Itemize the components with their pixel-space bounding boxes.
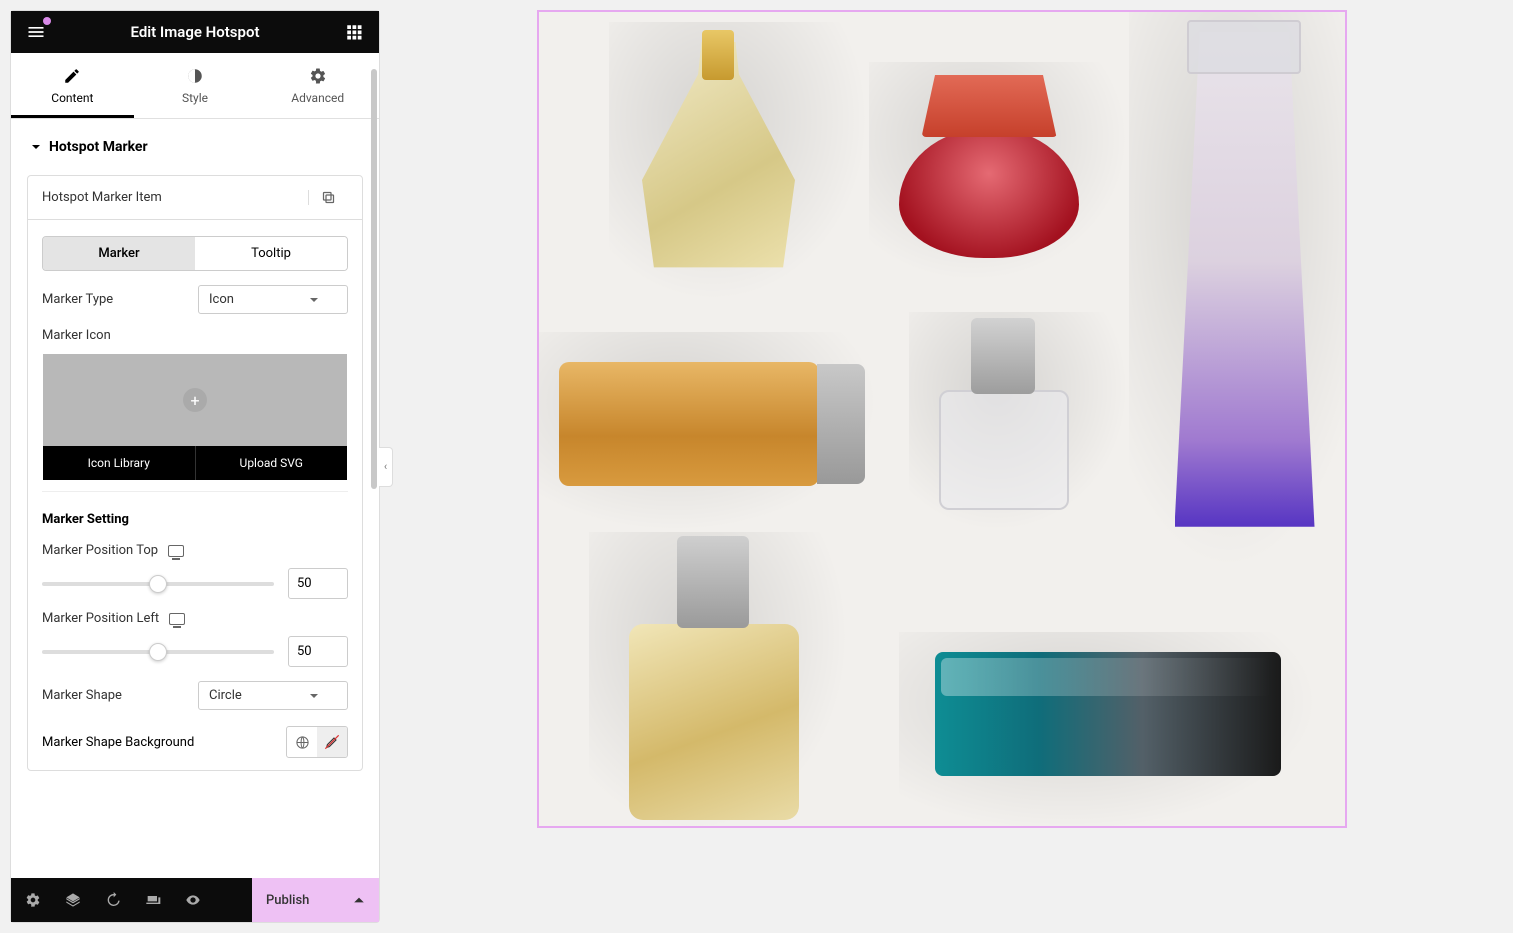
history-icon[interactable] [105, 892, 121, 908]
panel-footer: Publish [11, 878, 379, 922]
marker-bg-row: Marker Shape Background [28, 710, 362, 770]
marker-icon-label: Marker Icon [28, 314, 362, 343]
panel-header: Edit Image Hotspot [11, 11, 379, 53]
pos-left-input[interactable] [288, 636, 348, 667]
item-title: Hotspot Marker Item [42, 190, 162, 205]
settings-icon[interactable] [25, 892, 41, 908]
global-color-icon[interactable] [287, 727, 317, 757]
pos-top-slider[interactable] [42, 582, 274, 586]
marker-shape-select[interactable]: Circle [198, 681, 348, 710]
layers-icon[interactable] [65, 892, 81, 908]
tab-style[interactable]: Style [134, 53, 257, 118]
responsive-icon[interactable] [169, 613, 185, 625]
marker-setting-heading: Marker Setting [28, 492, 362, 531]
bottle-5-cap [971, 318, 1035, 394]
preview-icon[interactable] [185, 892, 201, 908]
bottle-3 [1175, 32, 1315, 542]
bottle-6 [629, 624, 799, 820]
bottle-2-cap [922, 75, 1057, 137]
subtabs: Marker Tooltip [42, 236, 348, 271]
publish-label: Publish [266, 893, 309, 908]
tab-advanced-label: Advanced [291, 91, 344, 105]
marker-type-select[interactable]: Icon [198, 285, 348, 314]
bottle-4-cap [817, 364, 865, 484]
pos-left-slider[interactable] [42, 650, 274, 654]
section-title: Hotspot Marker [49, 139, 148, 155]
notification-dot [43, 17, 51, 25]
marker-shape-value: Circle [209, 688, 242, 703]
publish-button[interactable]: Publish [252, 878, 379, 922]
collapse-panel-icon[interactable]: ‹ [379, 447, 393, 487]
bottle-1-cap [702, 30, 734, 80]
bottle-6-cap [677, 536, 749, 628]
item-header[interactable]: Hotspot Marker Item [28, 176, 362, 220]
main-tabs: Content Style Advanced [11, 53, 379, 119]
marker-bg-label: Marker Shape Background [42, 735, 194, 750]
subtab-tooltip[interactable]: Tooltip [195, 237, 347, 270]
panel-body: Hotspot Marker Hotspot Marker Item Marke… [11, 119, 379, 878]
pos-top-input[interactable] [288, 568, 348, 599]
marker-type-row: Marker Type Icon [28, 271, 362, 314]
add-icon: + [183, 388, 207, 412]
tab-content[interactable]: Content [11, 53, 134, 118]
editor-panel: Edit Image Hotspot Content Style Advance… [10, 10, 380, 923]
bottle-2 [899, 128, 1079, 258]
copy-icon[interactable] [308, 190, 348, 205]
upload-svg-button[interactable]: Upload SVG [196, 446, 348, 480]
marker-shape-label: Marker Shape [42, 688, 122, 703]
bottle-4 [559, 362, 819, 486]
hotspot-item: Hotspot Marker Item Marker Tooltip Marke… [27, 175, 363, 771]
scrollbar[interactable] [371, 69, 377, 489]
pos-left-label: Marker Position Left [42, 611, 159, 626]
pos-top-row: Marker Position Top [28, 531, 362, 599]
marker-type-label: Marker Type [42, 292, 113, 307]
responsive-icon[interactable] [168, 545, 184, 557]
apps-icon[interactable] [343, 21, 365, 43]
marker-icon-area: + Icon Library Upload SVG [42, 353, 348, 481]
canvas [380, 10, 1503, 923]
tab-advanced[interactable]: Advanced [256, 53, 379, 118]
devices-icon[interactable] [145, 892, 161, 908]
subtab-marker[interactable]: Marker [43, 237, 195, 270]
tab-content-label: Content [51, 91, 93, 105]
icon-library-button[interactable]: Icon Library [43, 446, 196, 480]
marker-type-value: Icon [209, 292, 234, 307]
bottle-7-shine [941, 658, 1271, 696]
bottle-3-cap [1187, 20, 1301, 74]
preview-frame[interactable] [537, 10, 1347, 828]
menu-icon[interactable] [25, 21, 47, 43]
panel-title: Edit Image Hotspot [131, 23, 260, 41]
icon-preview[interactable]: + [43, 354, 347, 446]
tab-style-label: Style [182, 91, 208, 105]
pos-left-row: Marker Position Left [28, 599, 362, 667]
marker-shape-row: Marker Shape Circle [28, 667, 362, 710]
color-picker-icon[interactable] [317, 727, 347, 757]
section-hotspot-marker[interactable]: Hotspot Marker [27, 119, 363, 169]
bottle-5 [939, 390, 1069, 510]
pos-top-label: Marker Position Top [42, 543, 158, 558]
